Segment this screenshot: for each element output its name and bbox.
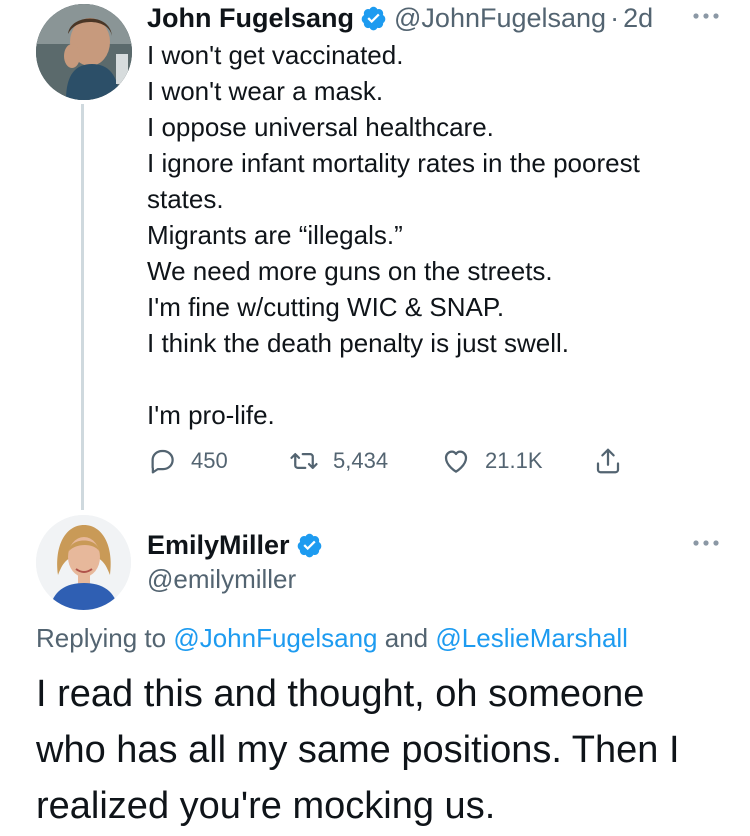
reply-header: EmilyMiller bbox=[147, 527, 323, 563]
like-icon bbox=[441, 446, 471, 476]
tweet-text-line: We need more guns on the streets. bbox=[147, 256, 553, 286]
tweet-text-line: I'm fine w/cutting WIC & SNAP. bbox=[147, 292, 505, 322]
avatar-john-fugelsang[interactable] bbox=[36, 4, 132, 100]
replying-to-prefix: Replying to bbox=[36, 623, 167, 653]
retweet-icon bbox=[289, 446, 319, 476]
tweet-text-line: Migrants are “illegals.” bbox=[147, 220, 403, 250]
tweet-text-line: I'm pro-life. bbox=[147, 400, 275, 430]
tweet-text-line: I won't wear a mask. bbox=[147, 76, 384, 106]
verified-badge-icon bbox=[360, 5, 387, 32]
verified-badge-icon bbox=[296, 532, 323, 559]
retweet-button[interactable]: 5,434 bbox=[289, 444, 388, 478]
author-display-name[interactable]: John Fugelsang bbox=[147, 3, 354, 34]
mention-link[interactable]: @LeslieMarshall bbox=[435, 623, 628, 653]
reply-author-handle[interactable]: @emilymiller bbox=[147, 563, 296, 595]
reply-count: 450 bbox=[191, 448, 228, 473]
tweet-text-line: states. bbox=[147, 184, 224, 214]
tweet-text-line: I ignore infant mortality rates in the p… bbox=[147, 148, 640, 178]
reply-text: I read this and thought, oh someone who … bbox=[36, 666, 726, 834]
like-count: 21.1K bbox=[485, 448, 543, 473]
retweet-count: 5,434 bbox=[333, 448, 389, 473]
more-options-icon[interactable] bbox=[691, 539, 721, 547]
share-button[interactable] bbox=[593, 444, 623, 478]
tweet-timestamp[interactable]: 2d bbox=[623, 3, 653, 34]
replying-to-line: Replying to @JohnFugelsang and @LeslieMa… bbox=[36, 621, 628, 655]
reply-text-line: I read this and thought, oh someone bbox=[36, 673, 645, 715]
tweet-text-line: I oppose universal healthcare. bbox=[147, 112, 494, 142]
author-handle[interactable]: @JohnFugelsang bbox=[394, 3, 606, 34]
reply-button[interactable]: 450 bbox=[147, 444, 228, 478]
reply-icon bbox=[147, 446, 177, 476]
more-options-icon[interactable] bbox=[691, 12, 721, 20]
thread-connector-line bbox=[81, 104, 84, 510]
share-icon bbox=[593, 446, 623, 476]
header-separator: · bbox=[610, 2, 620, 33]
tweet-header: John Fugelsang @JohnFugelsang · 2d bbox=[147, 0, 653, 36]
avatar-emily-miller[interactable] bbox=[36, 515, 131, 610]
like-button[interactable]: 21.1K bbox=[441, 444, 543, 478]
tweet-text-line: I think the death penalty is just swell. bbox=[147, 328, 570, 358]
reply-text-line: who has all my same positions. Then I bbox=[36, 729, 680, 771]
tweet-text: I won't get vaccinated. I won't wear a m… bbox=[147, 37, 707, 433]
reply-text-line: realized you're mocking us. bbox=[36, 785, 496, 827]
reply-author-display-name[interactable]: EmilyMiller bbox=[147, 530, 290, 561]
mention-link[interactable]: @JohnFugelsang bbox=[173, 623, 377, 653]
replying-to-joiner: and bbox=[384, 623, 429, 653]
tweet-text-line: I won't get vaccinated. bbox=[147, 40, 404, 70]
